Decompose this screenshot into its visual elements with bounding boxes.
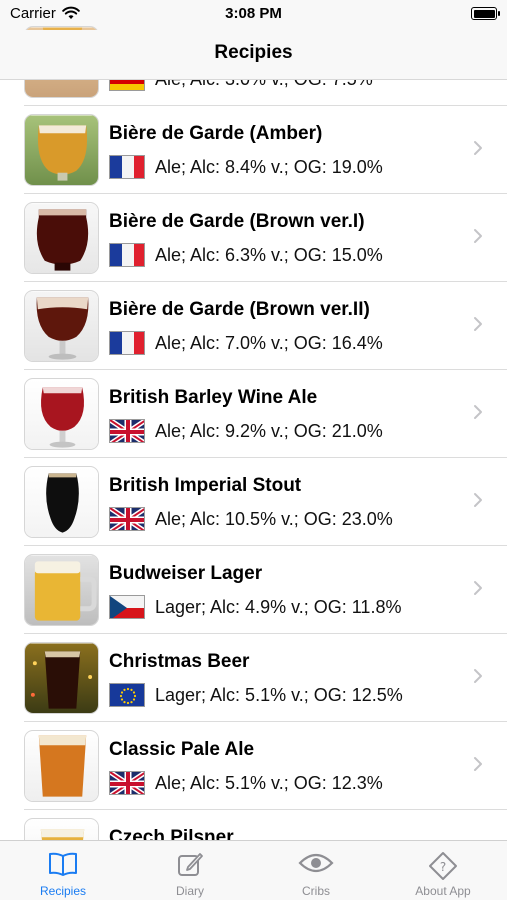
- recipe-row[interactable]: British Imperial Stout Ale; Alc: 10.5% v.…: [0, 458, 507, 546]
- tab-label: Diary: [175, 884, 204, 898]
- recipe-details: Ale; Alc: 9.2% v.; OG: 21.0%: [155, 421, 383, 441]
- country-flag-icon: [109, 771, 145, 795]
- recipe-row[interactable]: Bière de Garde (Brown ver.II) Ale; Alc: 7…: [0, 282, 507, 370]
- book-icon: [48, 851, 78, 882]
- recipe-details: Lager; Alc: 4.9% v.; OG: 11.8%: [155, 597, 402, 617]
- country-flag-icon: [109, 507, 145, 531]
- recipe-row[interactable]: Bière de Garde (Amber) Ale; Alc: 8.4% v.;…: [0, 106, 507, 194]
- tab-recipies[interactable]: Recipies: [0, 841, 126, 900]
- chevron-right-icon: [473, 668, 483, 689]
- chevron-right-icon: [473, 404, 483, 425]
- recipe-row[interactable]: Bière de Garde (Brown ver.I) Ale; Alc: 6.…: [0, 194, 507, 282]
- recipe-title: Christmas Beer: [109, 651, 250, 672]
- beer-glass-image: [24, 290, 99, 362]
- beer-glass-image: [24, 202, 99, 274]
- beer-glass-image: [24, 642, 99, 714]
- recipe-row[interactable]: Czech Pilsner: [0, 810, 507, 840]
- tab-label: Cribs: [301, 884, 330, 898]
- chevron-right-icon: [473, 228, 483, 249]
- country-flag-icon: [109, 595, 145, 619]
- tab-about-app[interactable]: ? About App: [380, 841, 506, 900]
- recipe-title: Bière de Garde (Brown ver.II): [109, 299, 370, 320]
- beer-glass-image: [24, 818, 99, 840]
- recipe-title: Czech Pilsner: [109, 827, 234, 840]
- tab-bar: Recipies Diary Cribs? About App: [0, 840, 507, 900]
- recipe-title: British Imperial Stout: [109, 475, 302, 496]
- recipe-details: Lager; Alc: 5.1% v.; OG: 12.5%: [155, 685, 403, 705]
- chevron-right-icon: [473, 492, 483, 513]
- country-flag-icon: [109, 155, 145, 179]
- page-title: Recipies: [214, 42, 293, 63]
- beer-glass-image: [24, 730, 99, 802]
- recipe-details: Ale; Alc: 6.3% v.; OG: 15.0%: [155, 245, 383, 265]
- chevron-right-icon: [473, 140, 483, 161]
- tab-label: About App: [415, 884, 471, 898]
- country-flag-icon: [109, 243, 145, 267]
- recipe-row[interactable]: Christmas Beer Lager; Alc: 5.1% v.; OG: 1…: [0, 634, 507, 722]
- recipe-title: Classic Pale Ale: [109, 739, 255, 760]
- recipe-row[interactable]: Classic Pale Ale Ale; Alc: 5.1% v.; OG: 1…: [0, 722, 507, 810]
- beer-glass-image: [24, 114, 99, 186]
- recipe-row[interactable]: Budweiser Lager Lager; Alc: 4.9% v.; OG: …: [0, 546, 507, 634]
- recipe-title: Bière de Garde (Amber): [109, 123, 323, 144]
- eye-icon: [298, 851, 334, 880]
- recipe-details: Ale; Alc: 10.5% v.; OG: 23.0%: [155, 509, 393, 529]
- recipe-title: British Barley Wine Ale: [109, 387, 318, 408]
- country-flag-icon: [109, 331, 145, 355]
- recipe-list[interactable]: Ale; Alc: 3.0% v.; OG: 7.5%Bière de Gard…: [0, 18, 507, 840]
- country-flag-icon: [109, 419, 145, 443]
- compose-icon: [176, 851, 204, 884]
- beer-glass-image: [24, 466, 99, 538]
- recipe-details: Ale; Alc: 7.0% v.; OG: 16.4%: [155, 333, 383, 353]
- beer-glass-image: [24, 554, 99, 626]
- recipe-title: Bière de Garde (Brown ver.I): [109, 211, 365, 232]
- tab-diary[interactable]: Diary: [127, 841, 253, 900]
- recipe-title: Budweiser Lager: [109, 563, 263, 584]
- chevron-right-icon: [473, 580, 483, 601]
- beer-glass-image: [24, 378, 99, 450]
- recipe-row[interactable]: British Barley Wine Ale Ale; Alc: 9.2% v.…: [0, 370, 507, 458]
- navigation-bar: Recipies: [0, 30, 507, 80]
- tab-label: Recipies: [39, 884, 87, 898]
- tab-cribs[interactable]: Cribs: [253, 841, 379, 900]
- chevron-right-icon: [473, 756, 483, 777]
- country-flag-icon: [109, 683, 145, 707]
- recipe-details: Ale; Alc: 5.1% v.; OG: 12.3%: [155, 773, 383, 793]
- svg-text:?: ?: [440, 860, 446, 874]
- chevron-right-icon: [473, 316, 483, 337]
- question-diamond-icon: ?: [428, 851, 458, 886]
- recipe-details: Ale; Alc: 8.4% v.; OG: 19.0%: [155, 157, 383, 177]
